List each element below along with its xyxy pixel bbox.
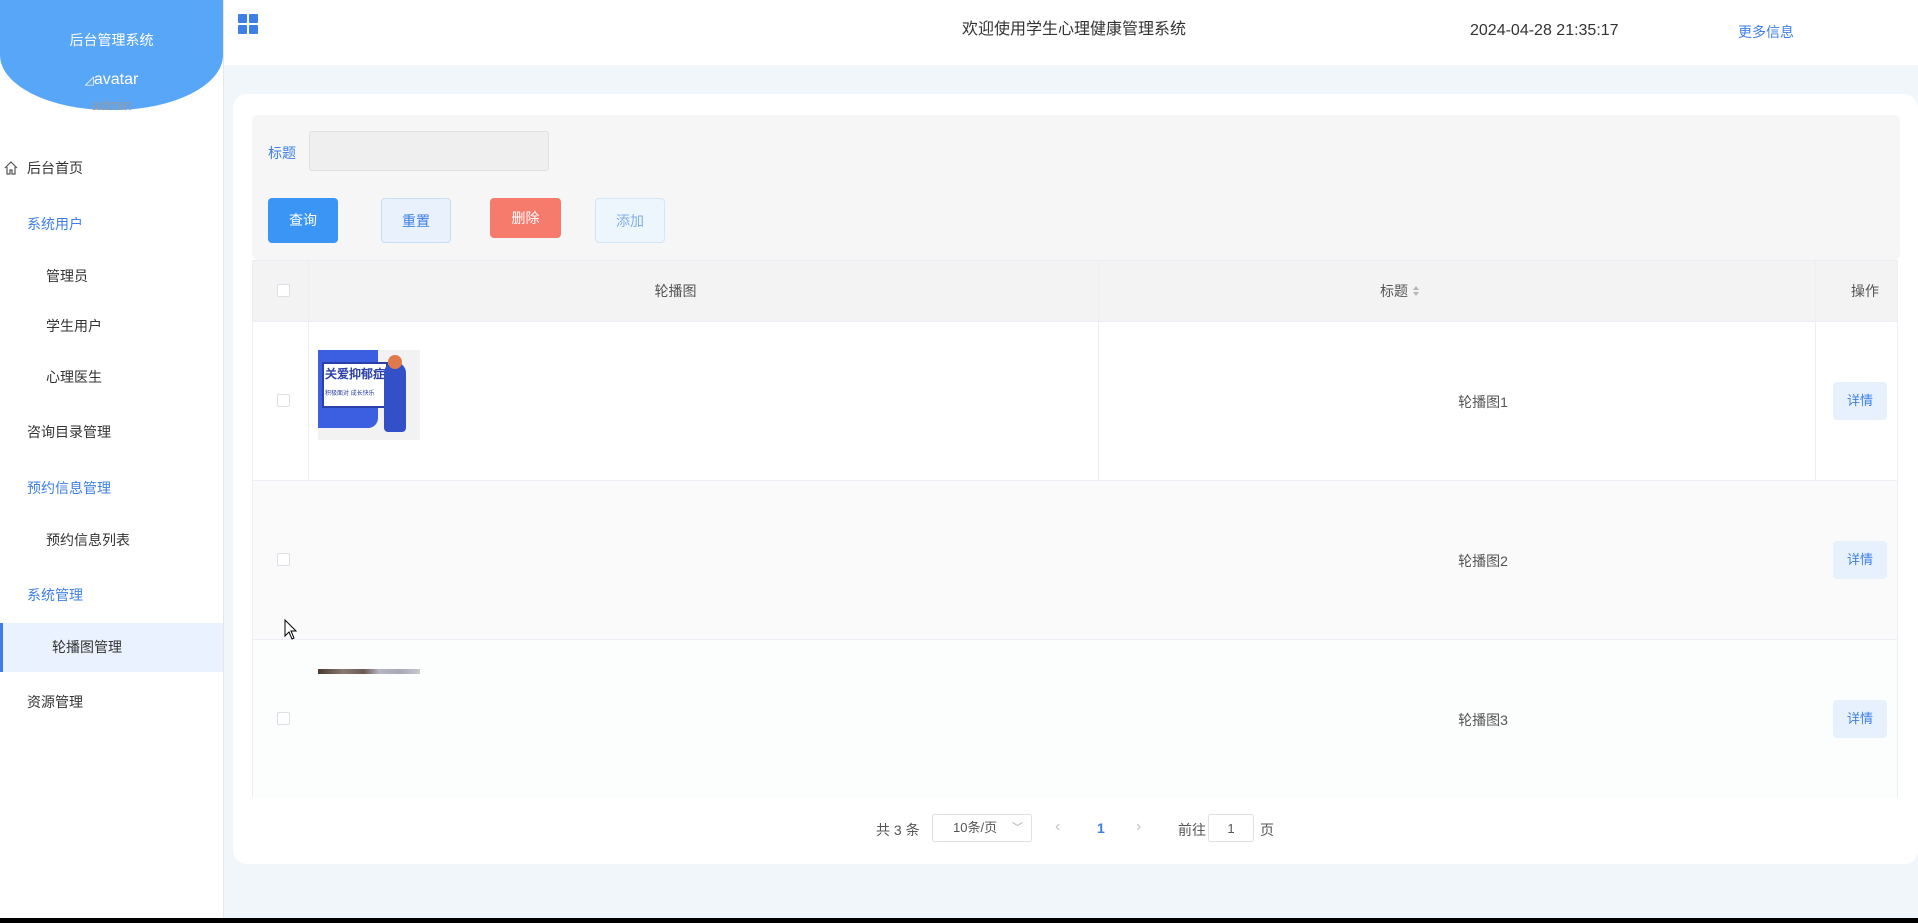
page-number-current[interactable]: 1	[1097, 820, 1105, 836]
sidebar-group-system-management[interactable]: 系统管理	[0, 572, 223, 618]
sidebar-item-label: 后台首页	[27, 160, 83, 176]
row-checkbox[interactable]	[277, 394, 290, 407]
chevron-down-icon: ﹀	[1012, 822, 1023, 834]
sidebar-item-resources[interactable]: 资源管理	[0, 679, 223, 725]
thumbnail-poster-title: 关爱抑郁症	[325, 367, 386, 381]
page-size-select[interactable]: 10条/页 ﹀	[932, 814, 1032, 842]
table-row: 轮播图3 详情	[253, 640, 1897, 798]
pagination-total: 共 3 条	[876, 822, 920, 838]
avatar: ◿avatar	[0, 71, 223, 89]
menu-toggle-icon[interactable]	[238, 14, 258, 34]
thumbnail-figure	[384, 362, 406, 432]
sidebar-item-doctors[interactable]: 心理医生	[0, 354, 223, 400]
table-row: 关爱抑郁症 积极面对 成长快乐 轮播图1 详情	[253, 322, 1897, 481]
row-checkbox[interactable]	[277, 712, 290, 725]
brand-title: 后台管理系统	[69, 32, 154, 48]
sidebar-group-appointments[interactable]: 预约信息管理	[0, 465, 223, 511]
row-title: 轮播图1	[1458, 394, 1508, 410]
prev-page-icon[interactable]: ‹	[1055, 818, 1060, 836]
sidebar-item-admin[interactable]: 管理员	[0, 253, 223, 299]
page-size-value: 10条/页	[953, 820, 998, 835]
username: admin	[91, 97, 132, 114]
sidebar-item-appointment-list[interactable]: 预约信息列表	[0, 517, 223, 563]
sidebar-item-students[interactable]: 学生用户	[0, 303, 223, 349]
delete-button[interactable]: 删除	[490, 198, 561, 238]
detail-button[interactable]: 详情	[1833, 382, 1887, 420]
query-button[interactable]: 查询	[268, 198, 338, 243]
top-header: 欢迎使用学生心理健康管理系统 2024-04-28 21:35:17 更多信息	[224, 0, 1918, 65]
brand-header: 后台管理系统 ◿avatar admin	[0, 0, 223, 114]
detail-button[interactable]: 详情	[1833, 700, 1887, 738]
goto-label: 前往	[1178, 822, 1206, 838]
carousel-table: 轮播图 标题 操作 关爱抑郁症 积极面对 成长快乐 轮播图1 详情 轮播图2 详…	[252, 260, 1898, 798]
mouse-cursor-icon	[284, 619, 298, 640]
goto-page-input[interactable]	[1208, 814, 1254, 842]
sidebar-item-carousel[interactable]: 轮播图管理	[0, 623, 223, 672]
carousel-image-thumbnail[interactable]: 关爱抑郁症 积极面对 成长快乐	[318, 350, 420, 440]
next-page-icon[interactable]: ›	[1136, 818, 1141, 836]
search-title-input[interactable]	[309, 131, 549, 171]
datetime: 2024-04-28 21:35:17	[1470, 22, 1619, 39]
sort-icon[interactable]	[1412, 285, 1420, 297]
add-button[interactable]: 添加	[595, 198, 665, 243]
thumbnail-figure-head	[388, 355, 402, 369]
carousel-image-thumbnail[interactable]	[318, 669, 420, 674]
welcome-title: 欢迎使用学生心理健康管理系统	[962, 21, 1187, 38]
sidebar: 后台管理系统 ◿avatar admin 后台首页 系统用户 管理员 学生用户 …	[0, 0, 224, 918]
home-icon	[4, 161, 18, 175]
sidebar-group-system-users[interactable]: 系统用户	[0, 201, 223, 247]
app-window: 后台管理系统 ◿avatar admin 后台首页 系统用户 管理员 学生用户 …	[0, 0, 1918, 918]
page-unit-label: 页	[1260, 822, 1274, 838]
table-header: 轮播图 标题 操作	[253, 261, 1897, 322]
column-header-title-label: 标题	[1380, 283, 1408, 299]
column-header-actions: 操作	[1851, 283, 1879, 299]
sidebar-item-consult-catalog[interactable]: 咨询目录管理	[0, 409, 223, 455]
row-title: 轮播图3	[1458, 712, 1508, 728]
reset-button[interactable]: 重置	[381, 198, 451, 243]
search-title-label: 标题	[268, 145, 296, 161]
more-info-link[interactable]: 更多信息	[1738, 22, 1794, 42]
avatar-alt-text: avatar	[93, 71, 139, 88]
thumbnail-poster-subtitle: 积极面对 成长快乐	[325, 391, 375, 397]
detail-button[interactable]: 详情	[1833, 541, 1887, 579]
broken-image-icon: ◿	[84, 73, 94, 87]
column-header-title[interactable]: 标题	[1300, 261, 1500, 321]
sidebar-item-home[interactable]: 后台首页	[0, 145, 223, 191]
column-header-image: 轮播图	[654, 283, 697, 299]
row-title: 轮播图2	[1458, 553, 1508, 569]
row-checkbox[interactable]	[277, 553, 290, 566]
table-row: 轮播图2 详情	[253, 481, 1897, 640]
select-all-checkbox[interactable]	[277, 284, 290, 297]
